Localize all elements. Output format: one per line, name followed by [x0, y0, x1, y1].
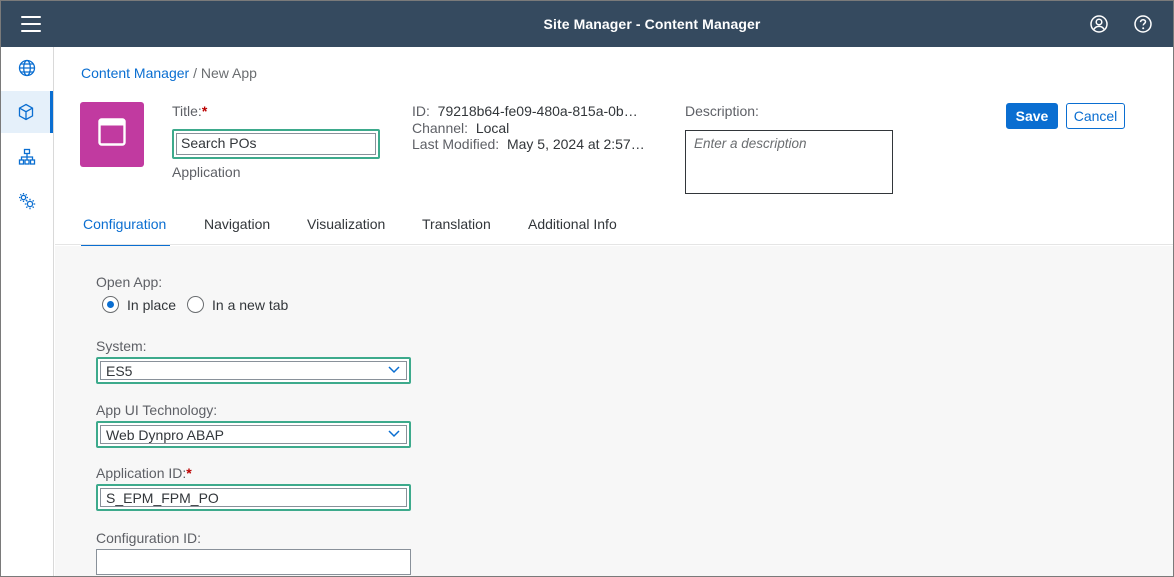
chevron-down-icon [388, 430, 400, 438]
system-value: ES5 [106, 363, 133, 379]
shell-bar: Site Manager - Content Manager [1, 1, 1173, 47]
breadcrumb-link-content-manager[interactable]: Content Manager [81, 65, 189, 81]
tab-visualization[interactable]: Visualization [307, 216, 385, 232]
user-profile-icon[interactable] [1090, 15, 1108, 33]
application-id-label: Application ID:* [96, 465, 192, 481]
cancel-button[interactable]: Cancel [1066, 103, 1125, 129]
description-placeholder: Enter a description [694, 136, 807, 151]
title-label: Title:* [172, 103, 208, 119]
tab-configuration[interactable]: Configuration [81, 216, 170, 248]
ui-technology-value: Web Dynpro ABAP [106, 427, 225, 443]
ui-technology-select[interactable]: Web Dynpro ABAP [96, 421, 411, 448]
id-value: 79218b64-fe09-480a-815a-0b… [437, 103, 638, 119]
side-navigation [1, 47, 54, 576]
system-select[interactable]: ES5 [96, 357, 411, 384]
globe-icon[interactable] [1, 47, 53, 89]
tab-additional-info[interactable]: Additional Info [528, 216, 617, 232]
save-button[interactable]: Save [1006, 103, 1058, 129]
app-window-icon [98, 118, 126, 151]
breadcrumb-separator: / [193, 65, 197, 81]
id-label: ID: [412, 103, 430, 119]
help-icon[interactable] [1134, 15, 1152, 33]
tab-navigation[interactable]: Navigation [204, 216, 270, 232]
system-label: System: [96, 338, 147, 354]
chevron-down-icon [388, 366, 400, 374]
tab-translation[interactable]: Translation [422, 216, 491, 232]
title-field[interactable]: Search POs [172, 129, 380, 159]
description-textarea[interactable]: Enter a description [685, 130, 893, 194]
application-id-input[interactable]: S_EPM_FPM_PO [96, 484, 411, 511]
title-field-value: Search POs [181, 135, 257, 151]
radio-in-place[interactable]: In place [102, 296, 176, 313]
application-id-value: S_EPM_FPM_PO [106, 490, 219, 506]
breadcrumb: Content Manager / New App [81, 65, 257, 81]
configuration-id-input[interactable] [96, 549, 411, 575]
settings-gears-icon[interactable] [1, 180, 53, 222]
sitemap-icon[interactable] [1, 136, 53, 178]
required-indicator: * [186, 465, 192, 481]
content-cube-icon[interactable] [1, 91, 53, 133]
app-title: Site Manager - Content Manager [543, 16, 761, 32]
description-label: Description: [685, 103, 759, 119]
last-modified-value: May 5, 2024 at 2:57… [506, 136, 645, 152]
window: Site Manager - Content Manager Content M… [0, 0, 1174, 577]
channel-label: Channel: [412, 119, 469, 136]
open-app-label: Open App: [96, 274, 163, 290]
ui-technology-label: App UI Technology: [96, 402, 218, 418]
app-metadata: ID: 79218b64-fe09-480a-815a-0b… Channel:… [412, 103, 645, 153]
radio-in-new-tab[interactable]: In a new tab [187, 296, 288, 313]
object-header: Content Manager / New App Title:* Search… [55, 47, 1173, 248]
required-indicator: * [201, 103, 208, 119]
channel-value: Local [475, 119, 510, 136]
breadcrumb-current: New App [200, 65, 257, 81]
app-type-label: Application [172, 164, 241, 180]
app-tile [80, 102, 144, 167]
last-modified-label: Last Modified: [412, 136, 500, 152]
configuration-id-label: Configuration ID: [96, 530, 202, 546]
configuration-panel: Open App: In place In a new tab System: … [55, 246, 1173, 576]
